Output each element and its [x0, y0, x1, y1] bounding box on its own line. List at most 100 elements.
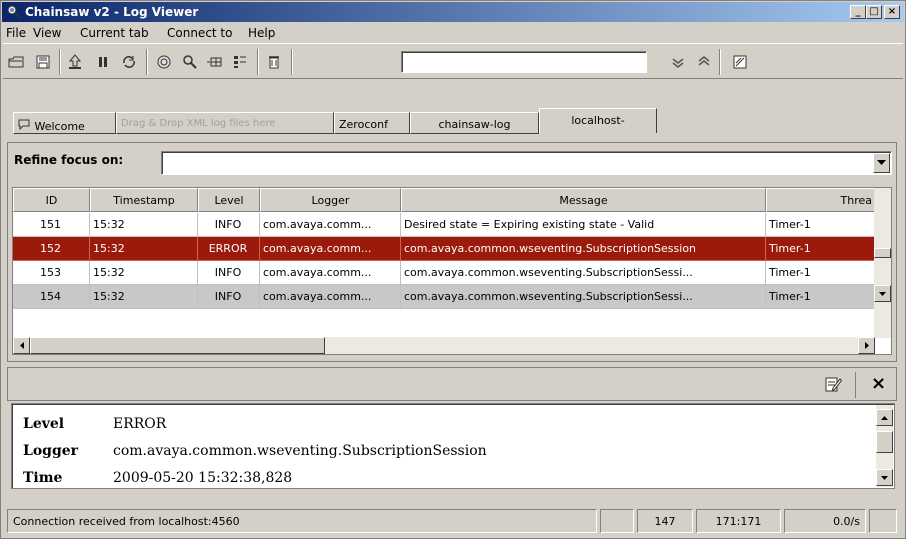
detail-vertical-scrollbar[interactable]: [876, 405, 893, 487]
title-bar[interactable]: Chainsaw v2 - Log Viewer _ □ ×: [2, 2, 904, 22]
scroll-left-arrow-icon[interactable]: [13, 337, 30, 354]
status-message: Connection received from localhost:4560: [7, 509, 597, 533]
table-vertical-scrollbar[interactable]: [874, 188, 891, 338]
minimize-button[interactable]: _: [850, 5, 866, 19]
scroll-thumb[interactable]: [30, 337, 325, 354]
column-header-id[interactable]: ID: [13, 188, 90, 212]
save-icon[interactable]: [32, 51, 54, 73]
menu-connect-to[interactable]: Connect to: [167, 26, 232, 40]
tab-welcome[interactable]: Welcome: [13, 112, 116, 134]
table-row[interactable]: 152 15:32 ERROR com.avaya.comm... com.av…: [13, 237, 875, 261]
detail-value-level: ERROR: [113, 416, 167, 432]
cell-level: INFO: [198, 213, 260, 237]
maximize-button[interactable]: □: [866, 5, 882, 19]
table-horizontal-scrollbar[interactable]: [13, 337, 875, 354]
scroll-up-arrow-icon[interactable]: [876, 409, 893, 426]
toolbar-separator: [146, 49, 148, 75]
cell-message: Desired state = Expiring existing state …: [401, 213, 766, 237]
table-row[interactable]: 154 15:32 INFO com.avaya.comm... com.ava…: [13, 285, 875, 309]
cell-id: 151: [13, 213, 90, 237]
menu-view[interactable]: View: [33, 26, 61, 40]
undock-icon[interactable]: [64, 51, 86, 73]
tab-localhost[interactable]: localhost-: [539, 108, 657, 133]
detail-value-logger: com.avaya.common.wseventing.Subscription…: [113, 443, 487, 459]
cell-thread: Timer-1: [766, 237, 875, 261]
close-tab-icon[interactable]: [729, 51, 751, 73]
cell-id: 154: [13, 285, 90, 309]
pause-icon[interactable]: [92, 51, 114, 73]
cell-logger: com.avaya.comm...: [260, 285, 401, 309]
detail-value-time: 2009-05-20 15:32:38,828: [113, 470, 293, 486]
detail-toolbar: ×: [7, 367, 897, 401]
window-title: Chainsaw v2 - Log Viewer: [25, 5, 199, 19]
toolbar-separator: [257, 49, 259, 75]
chat-icon: [18, 118, 31, 133]
cell-timestamp: 15:32: [90, 285, 198, 309]
cell-thread: Timer-1: [766, 285, 875, 309]
scroll-thumb[interactable]: [874, 248, 891, 258]
cell-logger: com.avaya.comm...: [260, 261, 401, 285]
refine-focus-combobox[interactable]: [161, 151, 892, 175]
cell-message: com.avaya.common.wseventing.Subscription…: [401, 261, 766, 285]
column-header-timestamp[interactable]: Timestamp: [90, 188, 198, 212]
toggle-detail-icon[interactable]: [153, 51, 175, 73]
tab-chainsaw-log[interactable]: chainsaw-log: [410, 112, 539, 134]
table-row[interactable]: 153 15:32 INFO com.avaya.comm... com.ava…: [13, 261, 875, 285]
cell-logger: com.avaya.comm...: [260, 237, 401, 261]
cell-level: INFO: [198, 261, 260, 285]
cell-timestamp: 15:32: [90, 237, 198, 261]
find-next-icon[interactable]: [667, 51, 689, 73]
scroll-down-arrow-icon[interactable]: [874, 285, 891, 302]
detail-label-time: Time: [23, 470, 63, 486]
log-table: ID Timestamp Level Logger Message Threa …: [12, 187, 892, 355]
close-detail-icon[interactable]: ×: [871, 373, 886, 394]
column-header-logger[interactable]: Logger: [260, 188, 401, 212]
cell-id: 153: [13, 261, 90, 285]
table-header: ID Timestamp Level Logger Message Threa: [13, 188, 875, 212]
menu-help[interactable]: Help: [248, 26, 275, 40]
refresh-icon[interactable]: [118, 51, 140, 73]
close-window-button[interactable]: ×: [884, 5, 900, 19]
column-header-message[interactable]: Message: [401, 188, 766, 212]
scroll-to-bottom-icon[interactable]: [203, 51, 225, 73]
tab-label: Welcome: [34, 120, 85, 133]
status-bar: Connection received from localhost:4560 …: [3, 509, 903, 535]
detail-separator: [855, 372, 856, 398]
tab-label: Drag & Drop XML log files here: [121, 118, 276, 129]
scroll-thumb[interactable]: [876, 431, 893, 453]
cell-message: com.avaya.common.wseventing.Subscription…: [401, 237, 766, 261]
status-event-count: 147: [637, 509, 693, 533]
cell-timestamp: 15:32: [90, 213, 198, 237]
menu-bar: File View Current tab Connect to Help: [3, 23, 903, 42]
tab-zeroconf[interactable]: Zeroconf: [334, 112, 410, 134]
edit-detail-icon[interactable]: [824, 375, 843, 396]
detail-label-level: Level: [23, 416, 65, 432]
cell-level: INFO: [198, 285, 260, 309]
clear-icon[interactable]: [263, 51, 285, 73]
toolbar-separator: [719, 49, 721, 75]
cell-message: com.avaya.common.wseventing.Subscription…: [401, 285, 766, 309]
menu-file[interactable]: File: [6, 26, 26, 40]
find-icon[interactable]: [179, 51, 201, 73]
tab-drag-drop[interactable]: Drag & Drop XML log files here: [116, 112, 334, 134]
cell-thread: Timer-1: [766, 213, 875, 237]
find-previous-icon[interactable]: [693, 51, 715, 73]
status-resize-grip[interactable]: [869, 509, 897, 533]
columns-icon[interactable]: [229, 51, 251, 73]
tab-label: Zeroconf: [339, 118, 388, 131]
chevron-down-icon[interactable]: [873, 153, 890, 173]
menu-current-tab[interactable]: Current tab: [80, 26, 149, 40]
open-icon[interactable]: [5, 51, 27, 73]
status-empty-cell: [600, 509, 634, 533]
cell-timestamp: 15:32: [90, 261, 198, 285]
column-header-thread[interactable]: Threa: [766, 188, 875, 212]
scroll-right-arrow-icon[interactable]: [858, 337, 875, 354]
scroll-down-arrow-icon[interactable]: [876, 469, 893, 486]
find-input[interactable]: [401, 51, 647, 73]
tab-label: localhost-: [571, 114, 625, 127]
column-header-level[interactable]: Level: [198, 188, 260, 212]
table-row[interactable]: 151 15:32 INFO com.avaya.comm... Desired…: [13, 213, 875, 237]
detail-label-logger: Logger: [23, 443, 79, 459]
cell-logger: com.avaya.comm...: [260, 213, 401, 237]
main-window: Chainsaw v2 - Log Viewer _ □ × File View…: [0, 0, 906, 539]
